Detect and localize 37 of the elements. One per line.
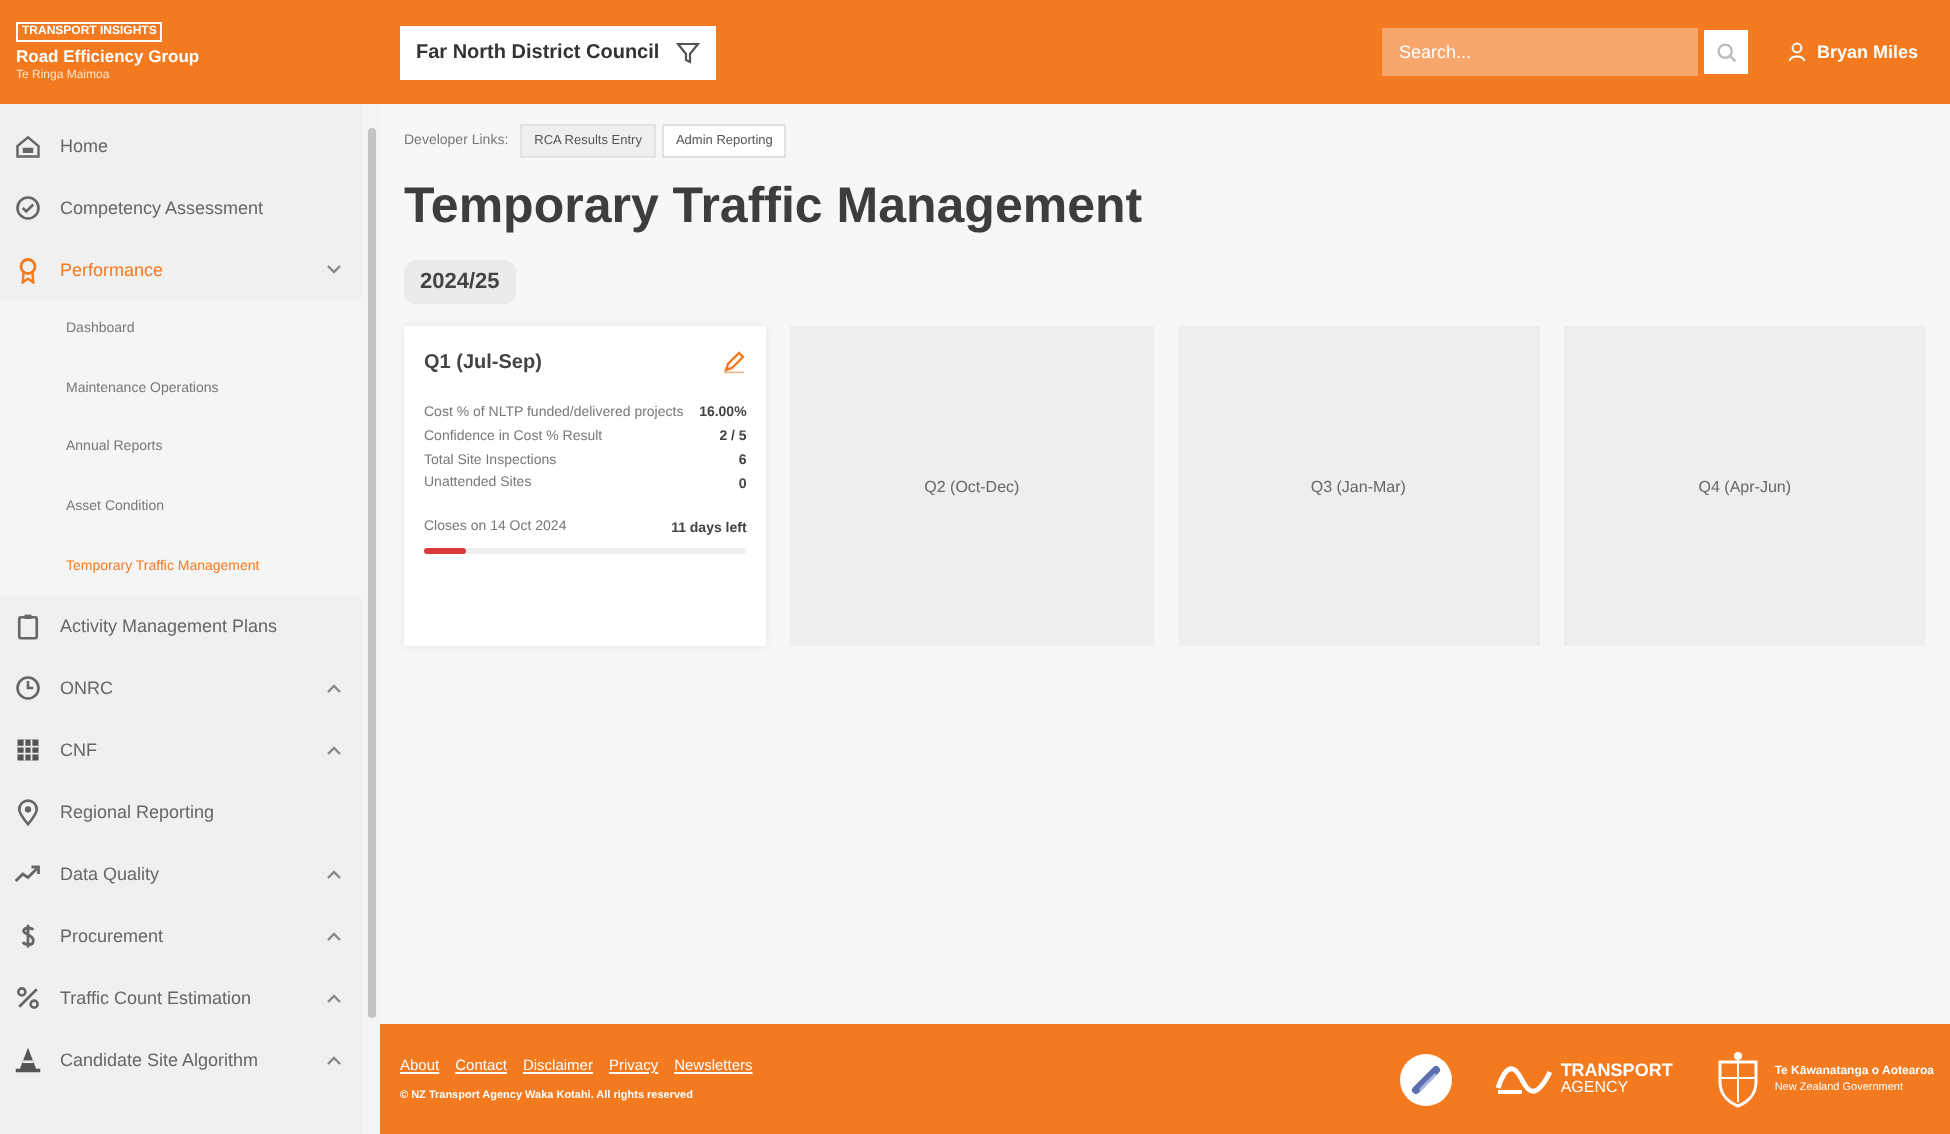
location-icon: [14, 798, 42, 827]
quarter-title: Q2 (Oct-Dec): [924, 477, 1020, 495]
year-chip[interactable]: 2024/25: [404, 260, 516, 304]
sidebar-item[interactable]: Candidate Site Algorithm: [0, 1029, 362, 1092]
search-icon: [1715, 41, 1738, 63]
brand-name[interactable]: Road Efficiency Group: [16, 46, 200, 66]
sidebar-item[interactable]: Data Quality: [0, 843, 362, 906]
sidebar-item[interactable]: ONRC: [0, 657, 362, 720]
sidebar-item[interactable]: Activity Management Plans: [0, 595, 362, 658]
quarter-title: Q4 (Apr-Jun): [1698, 477, 1792, 495]
clock-icon: [14, 674, 42, 703]
scrollbar[interactable]: [362, 104, 380, 1134]
sidebar-item[interactable]: Regional Reporting: [0, 781, 362, 844]
search-button[interactable]: [1704, 30, 1749, 74]
badge-icon: [1398, 1051, 1455, 1107]
quarter-title: Q3 (Jan-Mar): [1310, 477, 1406, 495]
quarter-title: Q1 (Jul-Sep): [424, 351, 542, 373]
user-menu[interactable]: Bryan Miles: [1776, 40, 1930, 64]
filter-icon: [675, 41, 700, 63]
search-field[interactable]: Search...: [1382, 28, 1699, 76]
grid-icon: [14, 736, 42, 765]
home-icon: [14, 131, 42, 159]
sidebar-item[interactable]: Traffic Count Estimation: [0, 967, 362, 1030]
check-circle-icon: [14, 193, 42, 221]
sidebar-item[interactable]: CNF: [0, 719, 362, 782]
sidebar-item[interactable]: Procurement: [0, 905, 362, 968]
council-selector[interactable]: Far North District Council: [400, 25, 716, 79]
percent-icon: [14, 984, 42, 1013]
page-title: Temporary Traffic Management: [404, 178, 1145, 236]
medal-icon: [14, 255, 42, 283]
sidebar-item[interactable]: Competency Assessment: [0, 176, 362, 238]
person-icon: [1788, 42, 1807, 62]
clipboard-icon: [14, 612, 42, 641]
sidebar-item[interactable]: Home: [0, 114, 362, 176]
pencil-icon[interactable]: [722, 350, 747, 374]
agency-logo[interactable]: TRANSPORT AGENCY: [1494, 1059, 1673, 1099]
cone-icon: [14, 1046, 42, 1075]
